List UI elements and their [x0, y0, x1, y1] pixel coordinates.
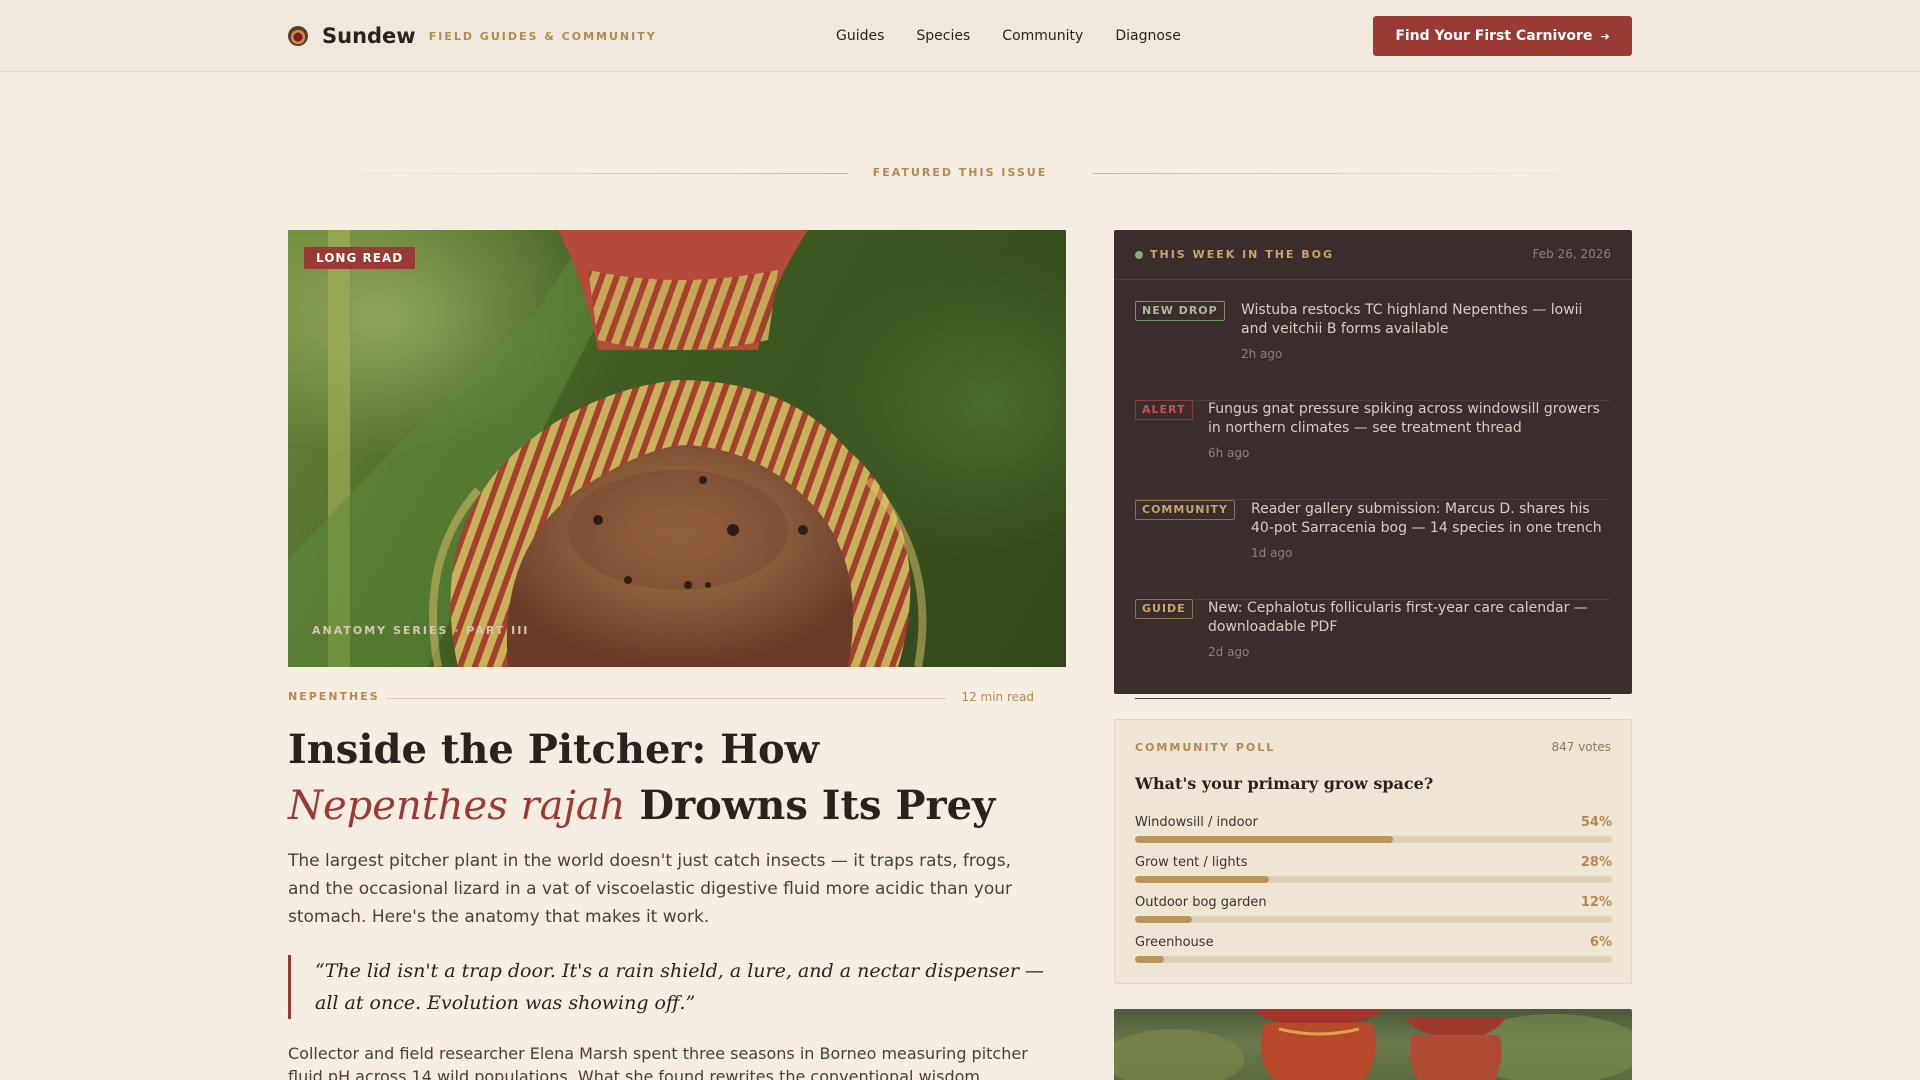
title-end: Drowns Its Prey [625, 782, 996, 829]
poll-option-percent: 54% [1580, 815, 1612, 830]
bog-item-time: 2d ago [1208, 645, 1250, 659]
featured-label: FEATURED THIS ISSUE [872, 166, 1048, 179]
pitcher-cluster-illustration [1114, 1009, 1632, 1080]
poll-option-label: Windowsill / indoor [1135, 815, 1258, 830]
poll-option-track [1135, 876, 1612, 883]
guide-tag: GUIDE [1135, 599, 1193, 619]
poll-question: What's your primary grow space? [1135, 774, 1434, 793]
community-tag: COMMUNITY [1135, 500, 1236, 520]
nav-species[interactable]: Species [916, 28, 970, 44]
pitcher-plant-illustration [288, 230, 927, 667]
bog-item-time: 2h ago [1241, 347, 1283, 361]
hero-image[interactable]: LONG READ ANATOMY SERIES · PART III [288, 230, 1066, 667]
read-time: 12 min read [961, 690, 1034, 704]
poll-label: COMMUNITY POLL [1135, 741, 1276, 754]
poll-option-label: Outdoor bog garden [1135, 895, 1267, 910]
brand-tagline: FIELD GUIDES & COMMUNITY [428, 29, 657, 43]
poll-option[interactable]: Grow tent / lights 28% [1135, 855, 1612, 885]
bog-item[interactable]: GUIDE New: Cephalotus follicularis first… [1135, 599, 1611, 699]
bog-item-text: Reader gallery submission: Marcus D. sha… [1251, 501, 1602, 536]
bog-item-time: 1d ago [1251, 546, 1293, 560]
new-drop-tag: NEW DROP [1135, 301, 1225, 321]
brand[interactable]: Sundew FIELD GUIDES & COMMUNITY [288, 0, 657, 72]
nav-diagnose[interactable]: Diagnose [1115, 28, 1180, 44]
find-carnivore-button[interactable]: Find Your First Carnivore ➔ [1373, 16, 1632, 56]
poll-option-label: Greenhouse [1135, 935, 1214, 950]
nav-guides[interactable]: Guides [836, 28, 884, 44]
bog-date: Feb 26, 2026 [1532, 247, 1612, 261]
bog-header: THIS WEEK IN THE BOG Feb 26, 2026 [1114, 230, 1632, 280]
poll-option[interactable]: Windowsill / indoor 54% [1135, 815, 1612, 845]
meta-divider [386, 698, 946, 699]
live-dot-icon [1135, 251, 1143, 259]
poll-option[interactable]: Greenhouse 6% [1135, 935, 1612, 965]
poll-votes: 847 votes [1551, 740, 1611, 754]
long-read-badge: LONG READ [304, 247, 416, 269]
nav-community[interactable]: Community [1002, 28, 1083, 44]
bog-title: THIS WEEK IN THE BOG [1150, 248, 1335, 261]
cta-label: Find Your First Carnivore [1395, 28, 1593, 44]
main-nav: Guides Species Community Diagnose [836, 0, 1181, 72]
bog-item-text: New: Cephalotus follicularis first-year … [1208, 600, 1588, 635]
poll-option-track [1135, 836, 1612, 843]
poll-option-track [1135, 956, 1612, 963]
bog-item[interactable]: COMMUNITY Reader gallery submission: Mar… [1135, 500, 1611, 600]
article-body: Collector and field researcher Elena Mar… [288, 1044, 1028, 1080]
sundew-logo-icon [288, 26, 308, 46]
bog-item[interactable]: ALERT Fungus gnat pressure spiking acros… [1135, 400, 1611, 500]
image-caption: ANATOMY SERIES · PART III [312, 624, 530, 637]
poll-option-bar [1135, 876, 1269, 883]
poll-option-track [1135, 916, 1612, 923]
secondary-article-image[interactable] [1114, 1009, 1632, 1080]
article-category[interactable]: NEPENTHES [288, 690, 380, 703]
brand-name: Sundew [322, 24, 416, 48]
article-meta: NEPENTHES 12 min read [288, 690, 1034, 706]
title-species: Nepenthes rajah [288, 783, 626, 829]
poll-option-bar [1135, 916, 1193, 923]
poll-option-percent: 12% [1580, 895, 1612, 910]
bog-item-text: Wistuba restocks TC highland Nepenthes —… [1241, 302, 1583, 337]
bog-news-panel: THIS WEEK IN THE BOG Feb 26, 2026 NEW DR… [1114, 230, 1632, 699]
bog-item[interactable]: NEW DROP Wistuba restocks TC highland Ne… [1135, 301, 1611, 401]
article-dek: The largest pitcher plant in the world d… [288, 851, 1013, 927]
poll-option-percent: 6% [1589, 935, 1612, 950]
arrow-right-icon: ➔ [1600, 29, 1610, 43]
bog-item-time: 6h ago [1208, 446, 1250, 460]
alert-tag: ALERT [1135, 400, 1193, 420]
poll-option-label: Grow tent / lights [1135, 855, 1248, 870]
featured-divider: FEATURED THIS ISSUE [288, 166, 1632, 180]
article-title[interactable]: Inside the Pitcher: How Nepenthes rajah … [288, 722, 1048, 834]
community-poll: COMMUNITY POLL 847 votes What's your pri… [1114, 719, 1632, 984]
bog-item-text: Fungus gnat pressure spiking across wind… [1208, 401, 1600, 436]
poll-option-bar [1135, 836, 1393, 843]
poll-option-percent: 28% [1580, 855, 1612, 870]
top-navigation-bar: Sundew FIELD GUIDES & COMMUNITY Guides S… [0, 0, 1920, 72]
poll-option-bar [1135, 956, 1164, 963]
pull-quote: “The lid isn't a trap door. It's a rain … [288, 955, 1048, 1019]
poll-option[interactable]: Outdoor bog garden 12% [1135, 895, 1612, 925]
title-start: Inside the Pitcher: How [288, 726, 820, 773]
